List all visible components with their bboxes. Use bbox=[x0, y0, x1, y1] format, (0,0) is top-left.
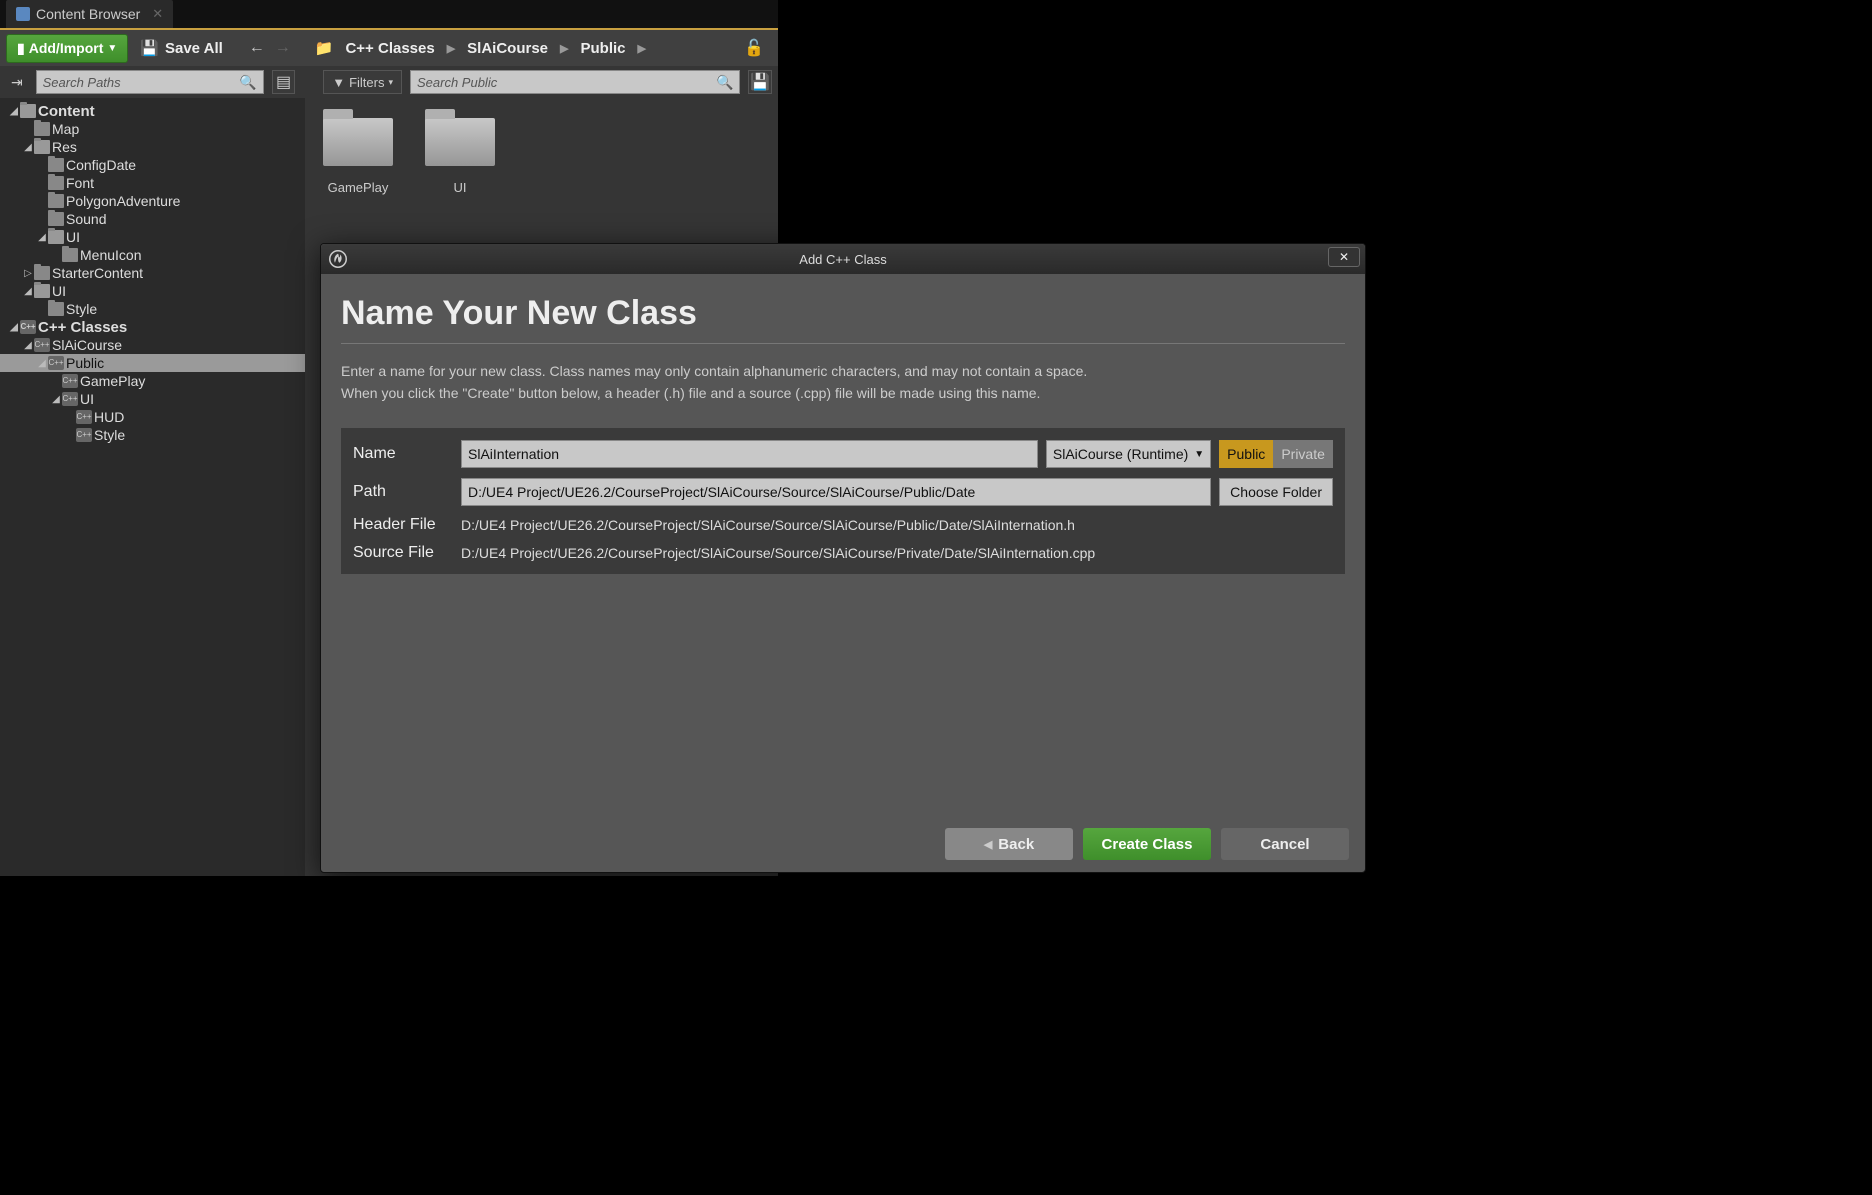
sources-tree: ◢Content Map ◢Res ConfigDate Font Polygo… bbox=[0, 98, 305, 876]
filter-icon: ▼ bbox=[332, 75, 345, 90]
tree-style[interactable]: Style bbox=[0, 300, 305, 318]
divider bbox=[341, 343, 1345, 344]
search-paths-input[interactable]: 🔍 bbox=[36, 70, 264, 94]
dialog-title: Add C++ Class bbox=[799, 252, 886, 267]
toolbar-secondary: ⇥ 🔍 ▤ ▼ Filters ▾ 🔍 💾 bbox=[0, 66, 778, 98]
tree-configdate[interactable]: ConfigDate bbox=[0, 156, 305, 174]
chevron-right-icon: ▶ bbox=[447, 42, 455, 55]
caret-down-icon: ▼ bbox=[1194, 449, 1204, 460]
class-name-input[interactable] bbox=[461, 440, 1038, 468]
private-button[interactable]: Private bbox=[1273, 440, 1333, 468]
path-label: Path bbox=[353, 483, 453, 501]
tree-ui1[interactable]: ◢UI bbox=[0, 228, 305, 246]
toolbar: ▮ Add/Import ▼ 💾 Save All ← → 📁 C++ Clas… bbox=[0, 30, 778, 66]
close-button[interactable]: ✕ bbox=[1329, 248, 1359, 266]
back-icon[interactable]: ← bbox=[249, 39, 265, 57]
tree-ui2[interactable]: ◢UI bbox=[0, 282, 305, 300]
search-paths-field[interactable] bbox=[43, 75, 240, 90]
header-file-label: Header File bbox=[353, 516, 453, 534]
caret-down-icon: ▼ bbox=[107, 43, 117, 54]
breadcrumb-item[interactable]: SlAiCourse bbox=[467, 40, 548, 57]
tree-menuicon[interactable]: MenuIcon bbox=[0, 246, 305, 264]
cancel-button[interactable]: Cancel bbox=[1221, 828, 1349, 860]
unreal-logo-icon bbox=[327, 248, 349, 270]
toggle-sources-button[interactable]: ⇥ bbox=[6, 71, 28, 93]
tree-sound[interactable]: Sound bbox=[0, 210, 305, 228]
breadcrumb-item[interactable]: Public bbox=[581, 40, 626, 57]
module-select[interactable]: SlAiCourse (Runtime) ▼ bbox=[1046, 440, 1211, 468]
forward-icon[interactable]: → bbox=[275, 39, 291, 57]
source-file-label: Source File bbox=[353, 544, 453, 562]
folder-icon[interactable]: 📁 bbox=[315, 39, 334, 57]
tree-cppclasses[interactable]: ◢C++C++ Classes bbox=[0, 318, 305, 336]
tile-gameplay[interactable]: GamePlay bbox=[315, 118, 401, 195]
choose-folder-button[interactable]: Choose Folder bbox=[1219, 478, 1333, 506]
plus-icon: ▮ bbox=[17, 40, 25, 57]
tree-res[interactable]: ◢Res bbox=[0, 138, 305, 156]
search-assets-input[interactable]: 🔍 bbox=[410, 70, 740, 94]
dialog-body: Name Your New Class Enter a name for you… bbox=[321, 274, 1365, 816]
tab-bar: Content Browser ✕ bbox=[0, 0, 778, 30]
header-file-value: D:/UE4 Project/UE26.2/CourseProject/SlAi… bbox=[461, 517, 1333, 533]
save-icon: 💾 bbox=[140, 39, 159, 57]
source-file-value: D:/UE4 Project/UE26.2/CourseProject/SlAi… bbox=[461, 545, 1333, 561]
tree-startercontent[interactable]: ▷StarterContent bbox=[0, 264, 305, 282]
access-toggle: Public Private bbox=[1219, 440, 1333, 468]
chevron-left-icon: ◀ bbox=[984, 838, 992, 851]
dialog-heading: Name Your New Class bbox=[341, 294, 1345, 333]
add-import-button[interactable]: ▮ Add/Import ▼ bbox=[6, 34, 128, 63]
dialog-footer: ◀ Back Create Class Cancel bbox=[321, 816, 1365, 872]
tab-title: Content Browser bbox=[36, 6, 140, 22]
search-icon: 🔍 bbox=[716, 74, 733, 91]
tree-polygonadventure[interactable]: PolygonAdventure bbox=[0, 192, 305, 210]
tile-ui[interactable]: UI bbox=[417, 118, 503, 195]
chevron-right-icon: ▶ bbox=[638, 42, 646, 55]
dialog-description: Enter a name for your new class. Class n… bbox=[341, 360, 1345, 404]
list-mode-button[interactable]: ▤ bbox=[272, 70, 296, 94]
caret-down-icon: ▾ bbox=[388, 77, 393, 88]
tree-slaicourse[interactable]: ◢C++SlAiCourse bbox=[0, 336, 305, 354]
name-label: Name bbox=[353, 445, 453, 463]
tab-content-browser[interactable]: Content Browser ✕ bbox=[6, 0, 173, 28]
close-icon[interactable]: ✕ bbox=[152, 6, 163, 22]
tree-gameplay[interactable]: C++GamePlay bbox=[0, 372, 305, 390]
tree-ui3[interactable]: ◢C++UI bbox=[0, 390, 305, 408]
tree-style2[interactable]: C++Style bbox=[0, 426, 305, 444]
folder-icon bbox=[323, 118, 393, 166]
save-search-button[interactable]: 💾 bbox=[748, 70, 772, 94]
save-all-button[interactable]: 💾 Save All bbox=[140, 39, 223, 57]
search-assets-field[interactable] bbox=[417, 75, 716, 90]
form-panel: Name SlAiCourse (Runtime) ▼ Public Priva… bbox=[341, 428, 1345, 574]
folder-icon bbox=[425, 118, 495, 166]
tree-content[interactable]: ◢Content bbox=[0, 102, 305, 120]
public-button[interactable]: Public bbox=[1219, 440, 1273, 468]
tree-map[interactable]: Map bbox=[0, 120, 305, 138]
add-cpp-class-dialog: Add C++ Class ✕ Name Your New Class Ente… bbox=[320, 243, 1366, 873]
nav-history: ← → bbox=[249, 39, 291, 57]
tree-font[interactable]: Font bbox=[0, 174, 305, 192]
path-input[interactable] bbox=[461, 478, 1211, 506]
lock-icon[interactable]: 🔓 bbox=[744, 38, 764, 58]
breadcrumb: 📁 C++ Classes ▶ SlAiCourse ▶ Public ▶ bbox=[315, 39, 738, 57]
filters-button[interactable]: ▼ Filters ▾ bbox=[323, 70, 402, 94]
chevron-right-icon: ▶ bbox=[560, 42, 568, 55]
dialog-titlebar[interactable]: Add C++ Class ✕ bbox=[321, 244, 1365, 274]
search-icon: 🔍 bbox=[239, 74, 256, 91]
tree-hud[interactable]: C++HUD bbox=[0, 408, 305, 426]
breadcrumb-item[interactable]: C++ Classes bbox=[345, 40, 434, 57]
tree-public[interactable]: ◢C++Public bbox=[0, 354, 305, 372]
create-class-button[interactable]: Create Class bbox=[1083, 828, 1211, 860]
tab-icon bbox=[16, 7, 30, 21]
back-button[interactable]: ◀ Back bbox=[945, 828, 1073, 860]
